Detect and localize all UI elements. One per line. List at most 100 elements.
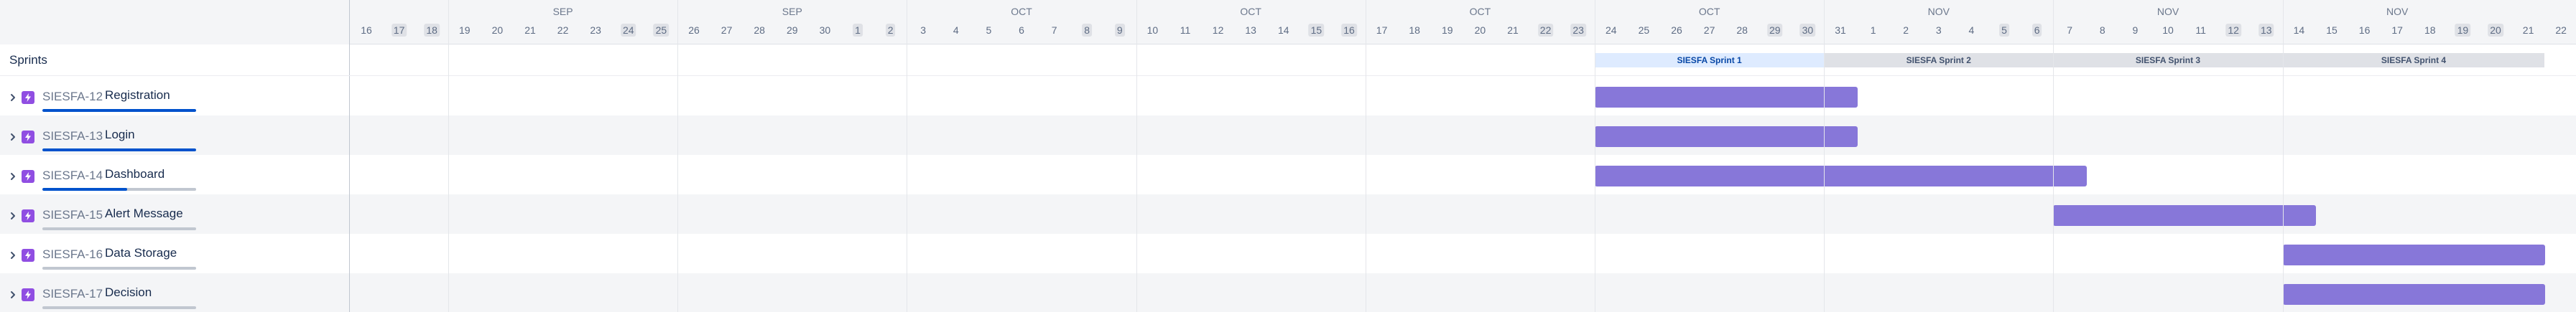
day-label: 15 xyxy=(2326,24,2338,36)
day-label: 21 xyxy=(1507,24,1519,36)
sprint-bar[interactable]: SIESFA Sprint 2 xyxy=(1824,53,2054,67)
issue-row[interactable]: SIESFA-16 Data Storage xyxy=(0,234,2576,273)
day-label: 1 xyxy=(853,24,863,37)
day-label: 19 xyxy=(459,24,471,36)
epic-icon xyxy=(22,288,34,301)
progress-bar xyxy=(42,227,196,230)
day-label: 17 xyxy=(391,24,407,37)
day-label: 23 xyxy=(590,24,601,36)
day-label: 9 xyxy=(1114,24,1125,37)
issue-key-link[interactable]: SIESFA-15 xyxy=(42,208,103,222)
day-label: 26 xyxy=(688,24,700,36)
epic-icon xyxy=(22,249,34,262)
issue-summary[interactable]: Data Storage xyxy=(105,246,177,260)
issue-summary[interactable]: Dashboard xyxy=(105,167,165,181)
month-label: NOV xyxy=(2156,6,2179,17)
issue-schedule-bar[interactable] xyxy=(2282,245,2546,265)
chevron-right-icon[interactable] xyxy=(9,212,17,220)
day-label: 29 xyxy=(787,24,798,36)
day-label: 28 xyxy=(754,24,765,36)
day-label: 12 xyxy=(1212,24,1224,36)
day-label: 21 xyxy=(2522,24,2534,36)
issue-schedule-bar[interactable] xyxy=(2282,284,2546,305)
month-label: OCT xyxy=(1698,6,1720,17)
day-label: 4 xyxy=(953,24,959,36)
issue-key-link[interactable]: SIESFA-12 xyxy=(42,90,103,104)
sprint-bar[interactable]: SIESFA Sprint 4 xyxy=(2282,53,2545,67)
week-gridline xyxy=(1824,0,1825,312)
day-label: 22 xyxy=(1537,24,1554,37)
day-label: 19 xyxy=(2455,24,2471,37)
day-label: 25 xyxy=(653,24,670,37)
sprint-bar[interactable]: SIESFA Sprint 3 xyxy=(2053,53,2283,67)
issue-summary[interactable]: Decision xyxy=(105,285,152,300)
issue-row[interactable]: SIESFA-17 Decision xyxy=(0,273,2576,312)
sprint-bar[interactable]: SIESFA Sprint 1 xyxy=(1595,53,1825,67)
issue-list-cell: SIESFA-14 Dashboard xyxy=(0,155,350,194)
day-label: 30 xyxy=(819,24,831,36)
epic-icon xyxy=(22,91,34,104)
day-label: 21 xyxy=(524,24,536,36)
day-label: 6 xyxy=(1019,24,1024,36)
issue-schedule-bar[interactable] xyxy=(1595,87,1858,108)
issue-summary[interactable]: Login xyxy=(105,128,135,142)
chevron-right-icon[interactable] xyxy=(9,133,17,141)
day-label: 9 xyxy=(2132,24,2139,36)
issue-key-link[interactable]: SIESFA-17 xyxy=(42,287,103,301)
day-label: 19 xyxy=(1442,24,1453,36)
day-label: 10 xyxy=(2162,24,2174,36)
chevron-right-icon[interactable] xyxy=(9,172,17,181)
sprint-name: SIESFA Sprint 3 xyxy=(2135,55,2201,65)
week-gridline xyxy=(1136,0,1137,312)
issue-summary[interactable]: Registration xyxy=(105,88,170,103)
day-label: 24 xyxy=(1606,24,1617,36)
issue-row[interactable]: SIESFA-14 Dashboard xyxy=(0,155,2576,194)
month-label: OCT xyxy=(1011,6,1032,17)
chevron-right-icon[interactable] xyxy=(9,290,17,299)
day-label: 16 xyxy=(1341,24,1357,37)
sprint-name: SIESFA Sprint 4 xyxy=(2381,55,2447,65)
day-label: 1 xyxy=(1870,24,1876,36)
day-label: 17 xyxy=(2391,24,2403,36)
day-label: 4 xyxy=(1968,24,1975,36)
issue-key-link[interactable]: SIESFA-16 xyxy=(42,247,103,262)
issue-schedule-bar[interactable] xyxy=(1595,166,2087,186)
issue-schedule-bar[interactable] xyxy=(2053,205,2317,226)
chevron-right-icon[interactable] xyxy=(9,93,17,102)
day-label: 7 xyxy=(2067,24,2073,36)
day-label: 13 xyxy=(2258,24,2274,37)
day-label: 18 xyxy=(1409,24,1420,36)
issue-row[interactable]: SIESFA-13 Login xyxy=(0,115,2576,155)
issue-row[interactable]: SIESFA-15 Alert Message xyxy=(0,194,2576,234)
issue-row[interactable]: SIESFA-12 Registration xyxy=(0,76,2576,115)
day-label: 3 xyxy=(920,24,927,36)
issue-schedule-bar[interactable] xyxy=(1595,126,1858,147)
progress-bar xyxy=(42,267,196,270)
week-gridline xyxy=(2282,0,2284,312)
issue-key-link[interactable]: SIESFA-13 xyxy=(42,129,103,143)
day-label: 23 xyxy=(1570,24,1586,37)
sprint-name: SIESFA Sprint 2 xyxy=(1906,55,1971,65)
day-label: 13 xyxy=(1245,24,1256,36)
issue-key-link[interactable]: SIESFA-14 xyxy=(42,169,103,183)
month-label: OCT xyxy=(1240,6,1261,17)
sprints-row-label-cell: Sprints xyxy=(0,44,350,75)
day-label: 28 xyxy=(1736,24,1748,36)
epic-icon xyxy=(22,170,34,183)
day-label: 18 xyxy=(424,24,440,37)
chevron-right-icon[interactable] xyxy=(9,251,17,260)
issue-list-cell: SIESFA-15 Alert Message xyxy=(0,194,350,234)
progress-bar xyxy=(42,109,196,112)
day-label: 3 xyxy=(1935,24,1942,36)
day-label: 14 xyxy=(1278,24,1289,36)
day-label: 2 xyxy=(885,24,896,37)
day-label: 6 xyxy=(2031,24,2042,37)
issue-summary[interactable]: Alert Message xyxy=(105,207,183,221)
sprints-label: Sprints xyxy=(9,52,47,67)
epic-icon xyxy=(22,131,34,143)
day-label: 15 xyxy=(1308,24,1325,37)
progress-fill xyxy=(42,188,127,191)
issue-list-cell: SIESFA-16 Data Storage xyxy=(0,234,350,273)
progress-bar xyxy=(42,148,196,151)
day-label: 18 xyxy=(2424,24,2436,36)
